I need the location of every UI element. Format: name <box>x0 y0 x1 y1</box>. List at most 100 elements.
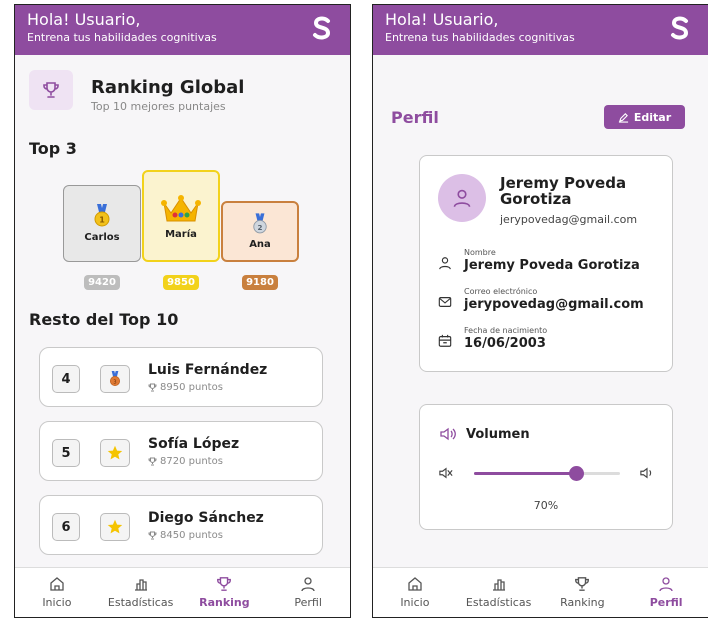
player-name: Luis Fernández <box>148 362 268 378</box>
header-subtitle: Entrena tus habilidades cognitivas <box>27 31 217 44</box>
app-header: Hola! Usuario, Entrena tus habilidades c… <box>373 5 708 55</box>
home-icon <box>50 577 64 591</box>
rest-top10-title: Resto del Top 10 <box>29 310 179 329</box>
ranking-header: Ranking Global Top 10 mejores puntajes <box>29 70 244 113</box>
field-label: Fecha de nacimiento <box>464 326 548 335</box>
rank-position: 6 <box>52 513 80 541</box>
svg-text:3: 3 <box>113 379 116 385</box>
volume-slider-fill <box>474 472 577 475</box>
nav-label: Inicio <box>42 596 72 609</box>
mail-icon <box>438 297 452 307</box>
star-icon <box>100 513 130 541</box>
trophy-icon <box>148 531 157 540</box>
player-name: Diego Sánchez <box>148 510 264 526</box>
gold-medal-icon: 1 <box>94 204 110 227</box>
podium-card-first[interactable]: María <box>142 170 220 262</box>
nav-label: Perfil <box>294 596 322 609</box>
ranking-subtitle: Top 10 mejores puntajes <box>91 100 226 113</box>
star-icon <box>100 439 130 467</box>
app-header: Hola! Usuario, Entrena tus habilidades c… <box>15 5 350 55</box>
home-icon <box>408 577 422 591</box>
app-logo-icon <box>671 16 689 40</box>
user-icon <box>439 257 451 270</box>
podium-score: 9420 <box>84 275 120 290</box>
chart-icon <box>492 579 505 591</box>
list-item[interactable]: 6 Diego Sánchez 8450 puntos <box>39 495 323 555</box>
volume-slider[interactable] <box>474 466 620 481</box>
user-icon <box>659 577 673 592</box>
nav-item-ranking[interactable]: Ranking <box>541 568 625 617</box>
field-value: Jeremy Poveda Gorotiza <box>464 258 640 273</box>
volume-mute-icon[interactable] <box>439 466 453 480</box>
field-label: Nombre <box>464 248 496 257</box>
nav-item-ranking[interactable]: Ranking <box>183 568 267 617</box>
points-label: 8450 puntos <box>160 530 223 541</box>
silver-medal-icon: 2 <box>253 213 267 234</box>
chart-icon <box>134 579 147 591</box>
profile-screen: Hola! Usuario, Entrena tus habilidades c… <box>372 4 708 618</box>
podium-score: 9850 <box>163 275 199 290</box>
page-title: Perfil <box>391 108 439 127</box>
crown-icon <box>161 194 201 221</box>
field-value: 16/06/2003 <box>464 336 546 351</box>
bronze-medal-icon: 3 <box>100 365 130 393</box>
player-name: Sofía López <box>148 436 240 452</box>
nav-item-estadisticas[interactable]: Estadísticas <box>99 568 183 617</box>
nav-item-estadisticas[interactable]: Estadísticas <box>457 568 541 617</box>
ranking-screen: Hola! Usuario, Entrena tus habilidades c… <box>14 4 351 618</box>
edit-button[interactable]: Editar <box>604 105 685 129</box>
volume-icon <box>440 427 456 441</box>
profile-email: jerypovedag@gmail.com <box>500 213 638 226</box>
rank-position: 4 <box>52 365 80 393</box>
podium-card-third[interactable]: 2 Ana <box>221 201 299 262</box>
podium-name: María <box>165 228 197 240</box>
player-points: 8450 puntos <box>148 530 223 541</box>
top3-title: Top 3 <box>29 139 77 158</box>
nav-label: Ranking <box>560 596 605 609</box>
list-item[interactable]: 4 3 Luis Fernández 8950 puntos <box>39 347 323 407</box>
podium-name: Carlos <box>84 232 120 243</box>
volume-percent: 70% <box>533 499 559 512</box>
nav-item-perfil[interactable]: Perfil <box>624 568 708 617</box>
nav-label: Estadísticas <box>107 596 174 609</box>
header-subtitle: Entrena tus habilidades cognitivas <box>385 31 575 44</box>
volume-slider-thumb[interactable] <box>569 466 585 481</box>
player-points: 8950 puntos <box>148 382 223 393</box>
trophy-icon <box>217 577 232 591</box>
greeting: Hola! Usuario, <box>385 10 499 29</box>
ranking-title: Ranking Global <box>91 77 245 98</box>
user-icon <box>453 189 471 208</box>
edit-icon <box>618 112 628 123</box>
nav-label: Estadísticas <box>465 596 532 609</box>
podium-card-second[interactable]: 1 Carlos <box>63 185 141 262</box>
points-label: 8950 puntos <box>160 382 223 393</box>
podium-name: Ana <box>249 239 271 250</box>
list-item[interactable]: 5 Sofía López 8720 puntos <box>39 421 323 481</box>
trophy-icon <box>148 383 157 392</box>
nav-item-inicio[interactable]: Inicio <box>373 568 457 617</box>
nav-label: Ranking <box>199 596 250 609</box>
svg-text:2: 2 <box>258 223 263 232</box>
rank-position: 5 <box>52 439 80 467</box>
bottom-nav: Inicio Estadísticas Ranking Perfil <box>373 567 708 617</box>
points-label: 8720 puntos <box>160 456 223 467</box>
svg-text:1: 1 <box>99 216 105 225</box>
podium-score: 9180 <box>242 275 278 290</box>
trophy-icon <box>575 577 590 591</box>
field-label: Correo electrónico <box>464 287 538 296</box>
profile-name: Jeremy Poveda Gorotiza <box>500 174 627 208</box>
trophy-icon <box>29 70 73 110</box>
field-value: jerypovedag@gmail.com <box>464 297 644 312</box>
nav-label: Perfil <box>649 596 683 609</box>
edit-label: Editar <box>633 110 672 124</box>
nav-item-inicio[interactable]: Inicio <box>15 568 99 617</box>
profile-card: Jeremy Poveda Gorotiza jerypovedag@gmail… <box>419 155 673 372</box>
player-points: 8720 puntos <box>148 456 223 467</box>
volume-card: Volumen 70% <box>419 404 673 530</box>
volume-up-icon[interactable] <box>640 466 654 480</box>
volume-title: Volumen <box>466 427 530 442</box>
greeting: Hola! Usuario, <box>27 10 141 29</box>
user-icon <box>301 577 315 592</box>
nav-item-perfil[interactable]: Perfil <box>266 568 350 617</box>
bottom-nav: Inicio Estadísticas Ranking Perfil <box>15 567 350 617</box>
